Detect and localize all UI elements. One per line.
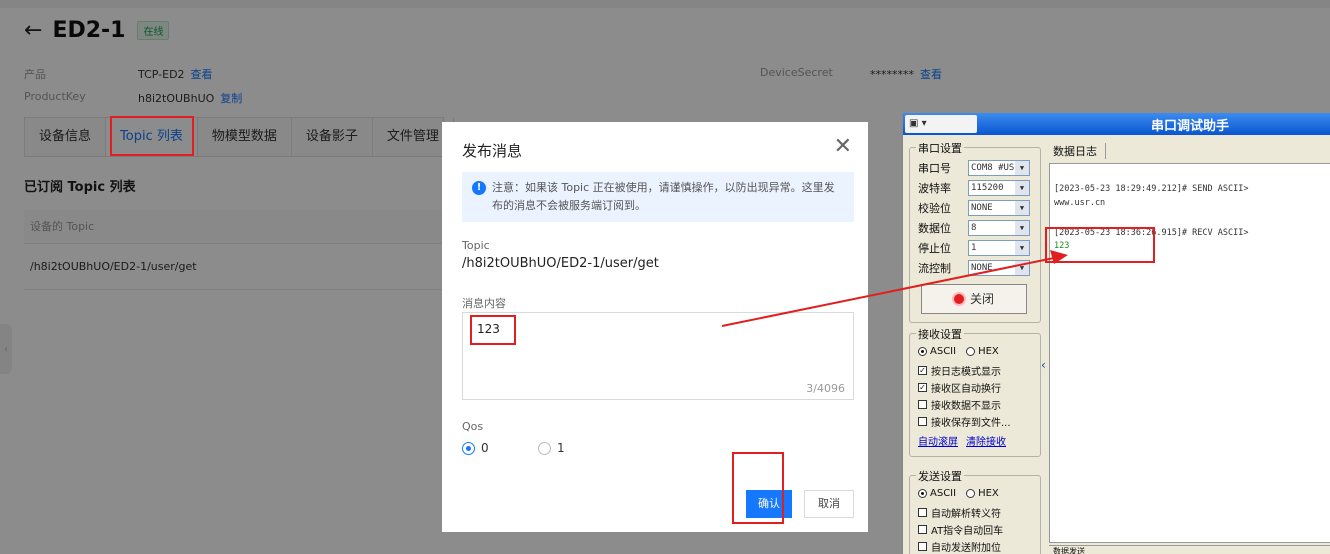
- option-label: 接收数据不显示: [931, 401, 1001, 412]
- field-label: 波特率: [918, 182, 951, 195]
- checkbox-checked-icon: ✓: [918, 366, 927, 375]
- dialog-title: 发布消息: [462, 142, 523, 160]
- qos-option-label: 1: [557, 441, 565, 455]
- notice-banner: ! 注意：如果该 Topic 正在被使用，请谨慎操作，以防出现异常。这里发布的消…: [462, 172, 854, 222]
- field-label: 串口号: [918, 162, 951, 175]
- checkbox-icon: [918, 525, 927, 534]
- checkbox-icon: [918, 542, 927, 551]
- publish-message-dialog: 发布消息 ✕ ! 注意：如果该 Topic 正在被使用，请谨慎操作，以防出现异常…: [442, 122, 868, 532]
- app-menu-icon[interactable]: ▣ ▾: [905, 115, 977, 133]
- chevron-down-icon: ▼: [1015, 221, 1029, 235]
- option-label: 自动发送附加位: [931, 543, 1001, 554]
- log-line: www.usr.cn: [1054, 198, 1106, 208]
- option-label: AT指令自动回车: [931, 526, 1004, 537]
- field-label: 流控制: [918, 262, 951, 275]
- log-line: [2023-05-23 18:29:49.212]# SEND ASCII>: [1054, 184, 1249, 194]
- field-label: 数据位: [918, 222, 951, 235]
- option-label: 自动解析转义符: [931, 509, 1001, 520]
- chevron-down-icon: ▼: [1015, 161, 1029, 175]
- data-log-tab[interactable]: 数据日志: [1053, 143, 1106, 159]
- port-settings-title: 串口设置: [916, 140, 964, 156]
- char-count: 3/4096: [806, 382, 845, 395]
- highlight-confirm-button: [732, 452, 784, 524]
- send-option-escape[interactable]: 自动解析转义符: [918, 505, 1001, 520]
- field-label: 校验位: [918, 202, 951, 215]
- data-send-tab[interactable]: 数据发送: [1049, 545, 1330, 554]
- radio-unchecked-icon: [538, 441, 551, 455]
- radio-unchecked-icon[interactable]: [966, 347, 976, 356]
- combo-value: 115200: [971, 183, 1004, 193]
- window-title: 串口调试助手: [1151, 119, 1230, 134]
- send-ascii-label: ASCII: [930, 488, 957, 499]
- info-icon: !: [472, 181, 486, 195]
- port-status-led-icon: [953, 294, 964, 304]
- recv-ascii-label: ASCII: [930, 346, 957, 357]
- send-option-append[interactable]: 自动发送附加位: [918, 539, 1001, 554]
- close-icon[interactable]: ✕: [834, 134, 852, 159]
- qos-radio-1[interactable]: 1: [538, 441, 565, 455]
- highlight-message-value: [470, 315, 516, 345]
- option-label: 接收区自动换行: [931, 384, 1001, 395]
- notice-text: 注意：如果该 Topic 正在被使用，请谨慎操作，以防出现异常。这里发布的消息不…: [492, 181, 835, 212]
- checkbox-icon: [918, 508, 927, 517]
- chevron-down-icon: ▼: [1015, 181, 1029, 195]
- send-hex-label: HEX: [978, 488, 999, 499]
- receive-log-area[interactable]: [2023-05-23 18:29:49.212]# SEND ASCII> w…: [1049, 163, 1330, 543]
- receive-settings-group: 接收设置 ASCII HEX ✓ 按日志模式显示 ✓ 接收区自动换行 接收数据不显示…: [909, 326, 1041, 457]
- qos-option-label: 0: [481, 441, 489, 455]
- serial-assistant-window: ▣ ▾ 串口调试助手 串口设置 串口号 COM8 #USI ▼ 波特率 11520…: [902, 113, 1330, 554]
- window-titlebar: ▣ ▾ 串口调试助手: [903, 113, 1330, 135]
- close-port-label: 关闭: [969, 292, 994, 306]
- close-port-button[interactable]: 关闭: [921, 284, 1027, 314]
- combo-value: 1: [971, 243, 977, 253]
- recv-hex-label: HEX: [978, 346, 999, 357]
- send-settings-group: 发送设置 ASCII HEX 自动解析转义符 AT指令自动回车 自动发送附加位: [909, 468, 1041, 554]
- recv-option-hide-data[interactable]: 接收数据不显示: [918, 397, 1001, 412]
- radio-unchecked-icon[interactable]: [966, 489, 976, 498]
- qos-radio-0[interactable]: 0: [462, 441, 489, 455]
- recv-links: 自动滚屏 清除接收: [918, 433, 1014, 448]
- send-option-at-cr[interactable]: AT指令自动回车: [918, 522, 1003, 537]
- topic-value: /h8i2tOUBhUO/ED2-1/user/get: [462, 256, 659, 271]
- receive-encoding: ASCII HEX: [918, 346, 999, 357]
- chevron-down-icon: ▼: [1015, 241, 1029, 255]
- option-label: 接收保存到文件...: [931, 418, 1011, 429]
- checkbox-icon: [918, 417, 927, 426]
- send-encoding: ASCII HEX: [918, 488, 999, 499]
- combo-value: NONE: [971, 203, 993, 213]
- databits-select[interactable]: 8 ▼: [968, 220, 1030, 236]
- cancel-button[interactable]: 取消: [804, 490, 854, 518]
- baudrate-select[interactable]: 115200 ▼: [968, 180, 1030, 196]
- port-select[interactable]: COM8 #USI ▼: [968, 160, 1030, 176]
- radio-checked-icon[interactable]: [918, 347, 927, 356]
- field-label: 停止位: [918, 242, 951, 255]
- recv-option-save-file[interactable]: 接收保存到文件...: [918, 414, 1011, 429]
- flowcontrol-select[interactable]: NONE ▼: [968, 260, 1030, 276]
- chevron-down-icon: ▼: [1015, 201, 1029, 215]
- chevron-down-icon: ▼: [1015, 261, 1029, 275]
- radio-checked-icon: [462, 441, 475, 455]
- recv-option-log-mode[interactable]: ✓ 按日志模式显示: [918, 363, 1001, 378]
- parity-select[interactable]: NONE ▼: [968, 200, 1030, 216]
- radio-checked-icon[interactable]: [918, 489, 927, 498]
- clear-receive-link[interactable]: 清除接收: [966, 433, 1006, 448]
- combo-value: NONE: [971, 263, 993, 273]
- highlight-received-data: [1045, 227, 1155, 263]
- message-content-label: 消息内容: [462, 297, 506, 310]
- checkbox-checked-icon: ✓: [918, 383, 927, 392]
- option-label: 按日志模式显示: [931, 367, 1001, 378]
- receive-settings-title: 接收设置: [916, 326, 964, 342]
- combo-value: 8: [971, 223, 977, 233]
- collapse-panel-icon[interactable]: ‹: [1041, 358, 1046, 372]
- checkbox-icon: [918, 400, 927, 409]
- combo-value: COM8 #USI: [971, 163, 1020, 173]
- recv-option-auto-wrap[interactable]: ✓ 接收区自动换行: [918, 380, 1001, 395]
- message-content-textarea[interactable]: 123 3/4096: [462, 312, 854, 400]
- qos-label: Qos: [462, 420, 484, 433]
- highlight-topic-tab: [110, 116, 194, 156]
- auto-scroll-link[interactable]: 自动滚屏: [918, 433, 958, 448]
- stopbits-select[interactable]: 1 ▼: [968, 240, 1030, 256]
- send-settings-title: 发送设置: [916, 468, 964, 484]
- topic-label: Topic: [462, 239, 490, 252]
